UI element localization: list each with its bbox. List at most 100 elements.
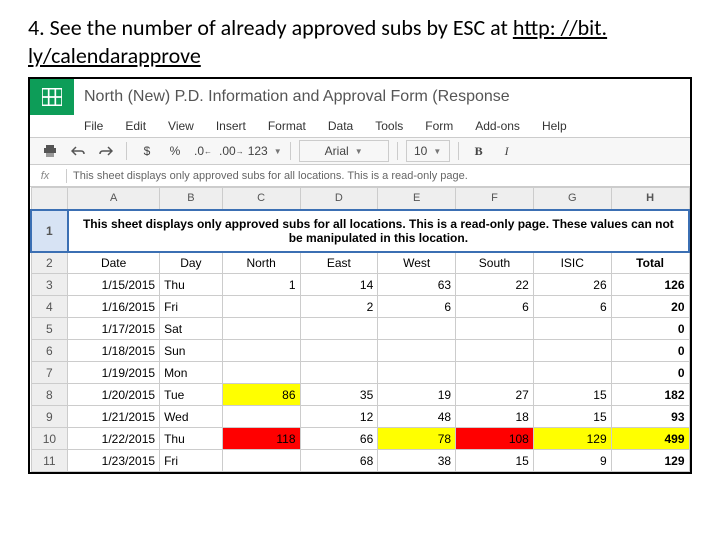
cell[interactable]: 6 <box>456 296 534 318</box>
cell[interactable]: 20 <box>611 296 689 318</box>
cell-day[interactable]: Sun <box>160 340 223 362</box>
percent-button[interactable]: % <box>163 140 187 162</box>
number-format-button[interactable]: 123▼ <box>248 140 282 162</box>
cell-day[interactable]: Thu <box>160 274 223 296</box>
header-cell[interactable]: South <box>456 252 534 274</box>
row-number[interactable]: 6 <box>31 340 68 362</box>
cell[interactable]: 35 <box>300 384 378 406</box>
cell[interactable]: 19 <box>378 384 456 406</box>
cell-date[interactable]: 1/23/2015 <box>68 450 160 472</box>
cell[interactable]: 15 <box>533 384 611 406</box>
undo-button[interactable] <box>66 140 90 162</box>
font-size-select[interactable]: 10▼ <box>406 140 450 162</box>
cell[interactable]: 26 <box>533 274 611 296</box>
cell[interactable]: 93 <box>611 406 689 428</box>
cell-day[interactable]: Thu <box>160 428 223 450</box>
cell-date[interactable]: 1/22/2015 <box>68 428 160 450</box>
menu-data[interactable]: Data <box>328 119 353 133</box>
cell-day[interactable]: Tue <box>160 384 223 406</box>
cell[interactable]: 48 <box>378 406 456 428</box>
banner-cell[interactable]: This sheet displays only approved subs f… <box>68 210 689 252</box>
header-cell[interactable]: Total <box>611 252 689 274</box>
cell[interactable] <box>378 340 456 362</box>
menu-help[interactable]: Help <box>542 119 567 133</box>
header-cell[interactable]: North <box>222 252 300 274</box>
cell[interactable]: 38 <box>378 450 456 472</box>
cell[interactable]: 68 <box>300 450 378 472</box>
col-header-A[interactable]: A <box>68 188 160 210</box>
decrease-decimal-button[interactable]: .0← <box>191 140 215 162</box>
col-header-G[interactable]: G <box>533 188 611 210</box>
increase-decimal-button[interactable]: .00→ <box>219 140 244 162</box>
cell[interactable]: 499 <box>611 428 689 450</box>
cell[interactable]: 14 <box>300 274 378 296</box>
bold-button[interactable]: B <box>467 140 491 162</box>
cell[interactable]: 66 <box>300 428 378 450</box>
row-number[interactable]: 2 <box>31 252 68 274</box>
cell[interactable]: 0 <box>611 318 689 340</box>
menu-view[interactable]: View <box>168 119 194 133</box>
header-cell[interactable]: Day <box>160 252 223 274</box>
redo-button[interactable] <box>94 140 118 162</box>
header-cell[interactable]: West <box>378 252 456 274</box>
cell-date[interactable]: 1/17/2015 <box>68 318 160 340</box>
menu-add-ons[interactable]: Add-ons <box>475 119 520 133</box>
header-cell[interactable]: ISIC <box>533 252 611 274</box>
row-number[interactable]: 8 <box>31 384 68 406</box>
cell[interactable] <box>222 406 300 428</box>
menu-insert[interactable]: Insert <box>216 119 246 133</box>
col-header-H[interactable]: H <box>611 188 689 210</box>
cell[interactable] <box>378 318 456 340</box>
cell[interactable] <box>222 362 300 384</box>
cell[interactable] <box>222 296 300 318</box>
cell-date[interactable]: 1/16/2015 <box>68 296 160 318</box>
cell[interactable]: 0 <box>611 362 689 384</box>
cell-date[interactable]: 1/15/2015 <box>68 274 160 296</box>
cell[interactable] <box>300 318 378 340</box>
cell[interactable] <box>533 340 611 362</box>
menu-format[interactable]: Format <box>268 119 306 133</box>
font-select[interactable]: Arial▼ <box>299 140 389 162</box>
cell[interactable]: 63 <box>378 274 456 296</box>
cell[interactable]: 1 <box>222 274 300 296</box>
cell[interactable]: 86 <box>222 384 300 406</box>
col-header-C[interactable]: C <box>222 188 300 210</box>
cell-day[interactable]: Sat <box>160 318 223 340</box>
formula-text[interactable]: This sheet displays only approved subs f… <box>73 170 690 182</box>
cell[interactable]: 126 <box>611 274 689 296</box>
row-number[interactable]: 4 <box>31 296 68 318</box>
cell[interactable]: 15 <box>533 406 611 428</box>
row-number[interactable]: 1 <box>31 210 68 252</box>
cell[interactable]: 2 <box>300 296 378 318</box>
cell[interactable]: 27 <box>456 384 534 406</box>
menu-file[interactable]: File <box>84 119 103 133</box>
italic-button[interactable]: I <box>495 140 519 162</box>
cell[interactable]: 18 <box>456 406 534 428</box>
cell[interactable] <box>456 340 534 362</box>
sheets-logo[interactable] <box>30 79 74 115</box>
cell[interactable]: 108 <box>456 428 534 450</box>
cell[interactable] <box>222 318 300 340</box>
cell[interactable]: 118 <box>222 428 300 450</box>
cell[interactable]: 0 <box>611 340 689 362</box>
cell[interactable]: 22 <box>456 274 534 296</box>
row-number[interactable]: 5 <box>31 318 68 340</box>
cell[interactable]: 6 <box>378 296 456 318</box>
cell[interactable] <box>533 362 611 384</box>
row-number[interactable]: 3 <box>31 274 68 296</box>
select-all-cell[interactable] <box>31 188 68 210</box>
menu-form[interactable]: Form <box>425 119 453 133</box>
col-header-F[interactable]: F <box>456 188 534 210</box>
cell-date[interactable]: 1/20/2015 <box>68 384 160 406</box>
cell[interactable]: 78 <box>378 428 456 450</box>
col-header-B[interactable]: B <box>160 188 223 210</box>
cell[interactable] <box>222 450 300 472</box>
cell[interactable] <box>456 362 534 384</box>
col-header-D[interactable]: D <box>300 188 378 210</box>
header-cell[interactable]: East <box>300 252 378 274</box>
cell-day[interactable]: Mon <box>160 362 223 384</box>
cell-date[interactable]: 1/19/2015 <box>68 362 160 384</box>
cell[interactable]: 6 <box>533 296 611 318</box>
row-number[interactable]: 10 <box>31 428 68 450</box>
cell-date[interactable]: 1/18/2015 <box>68 340 160 362</box>
